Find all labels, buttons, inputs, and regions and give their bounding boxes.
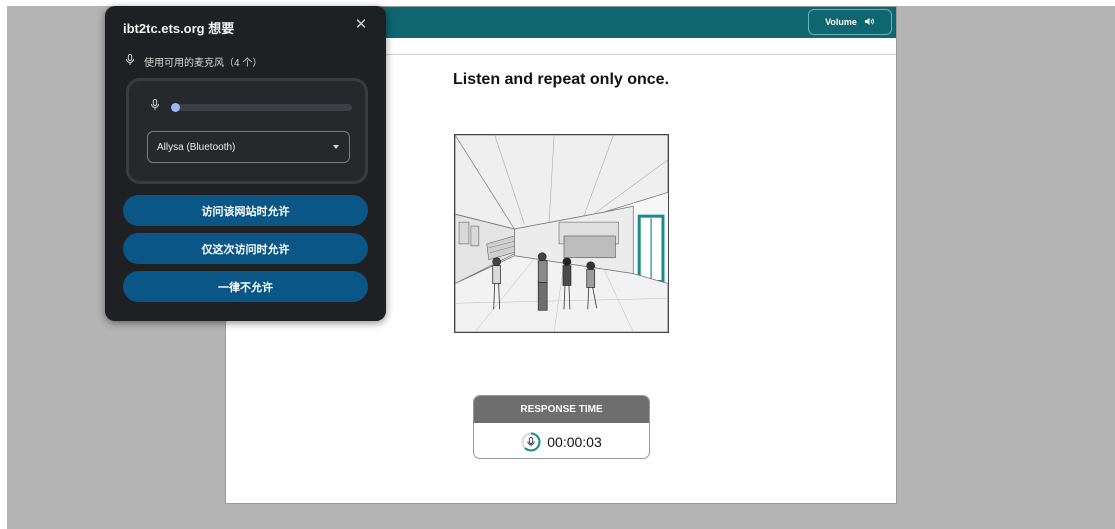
microphone-icon	[521, 432, 541, 452]
allow-while-visiting-button[interactable]: 访问该网站时允许	[123, 195, 368, 226]
popup-title: ibt2tc.ets.org 想要	[123, 21, 235, 36]
allow-this-time-button[interactable]: 仅这次访问时允许	[123, 233, 368, 264]
volume-button[interactable]: Volume	[808, 9, 892, 35]
response-time-body: 00:00:03	[474, 423, 649, 458]
microphone-icon	[150, 98, 160, 116]
never-allow-button[interactable]: 一律不允许	[123, 271, 368, 302]
mic-permission-row: 使用可用的麦克风（4 个）	[125, 54, 262, 69]
microphone-icon	[125, 54, 135, 69]
mic-permission-popup: ibt2tc.ets.org 想要 ✕ 使用可用的麦克风（4 个） Allysa…	[105, 6, 386, 321]
lobby-illustration	[454, 134, 669, 333]
volume-label: Volume	[825, 17, 857, 27]
device-panel: Allysa (Bluetooth)	[126, 78, 368, 184]
response-time-label: RESPONSE TIME	[474, 396, 649, 423]
response-time-value: 00:00:03	[547, 433, 602, 450]
mic-permission-text: 使用可用的麦克风（4 个）	[144, 58, 263, 69]
selected-device: Allysa (Bluetooth)	[157, 141, 236, 153]
close-icon[interactable]: ✕	[352, 15, 370, 33]
mic-level-indicator	[171, 102, 180, 112]
speaker-icon	[864, 16, 875, 29]
mic-level-row	[150, 98, 352, 116]
mic-level-meter	[171, 102, 352, 112]
microphone-select[interactable]: Allysa (Bluetooth)	[147, 131, 350, 163]
response-time-panel: RESPONSE TIME 00:00:03	[473, 395, 650, 459]
chevron-down-icon	[333, 145, 339, 149]
